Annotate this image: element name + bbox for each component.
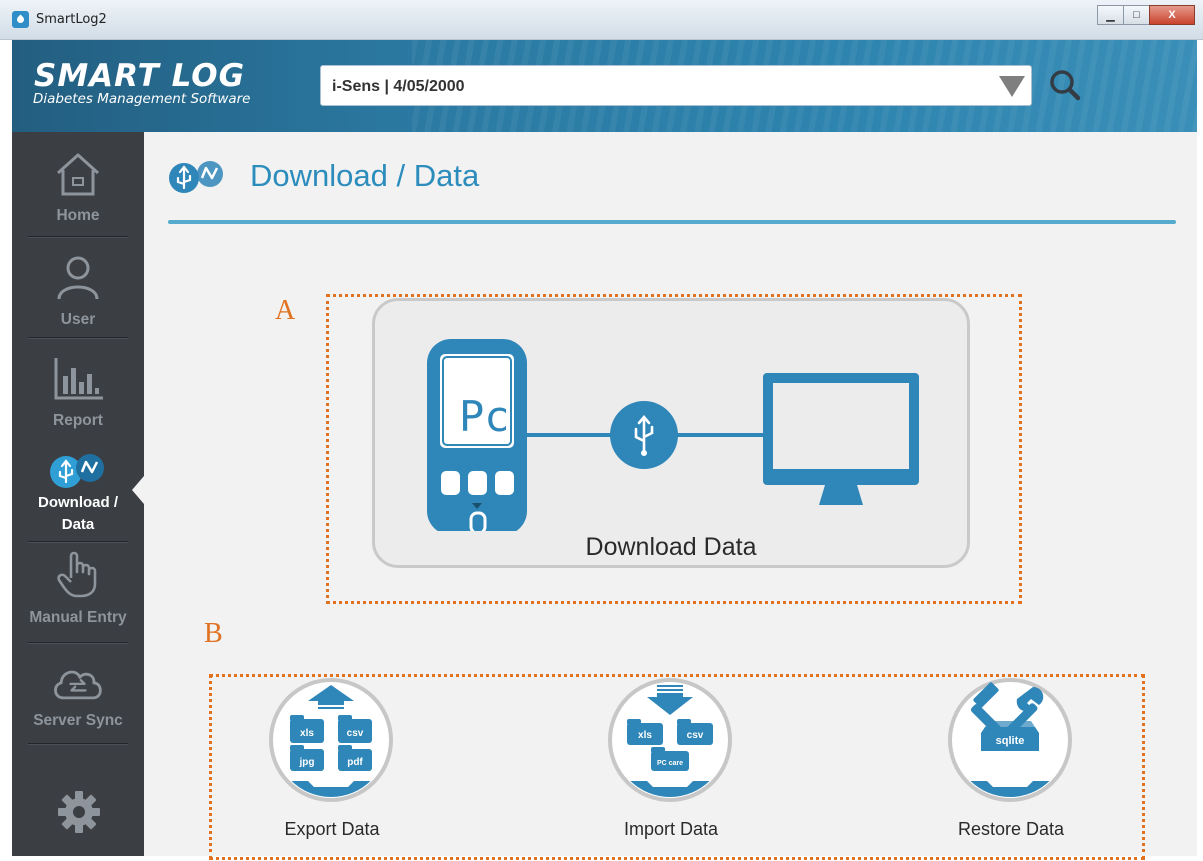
sidebar-item-label: Manual Entry	[29, 609, 127, 626]
window-titlebar: SmartLog2 ▁ □ X	[0, 0, 1203, 40]
sidebar-item-label: Home	[56, 207, 100, 224]
file-type-label: PC care	[657, 760, 683, 767]
title-divider	[168, 220, 1176, 224]
export-data-button[interactable]: xls csv jpg pdf Export Data	[232, 677, 432, 857]
section-a-label: A	[275, 295, 296, 326]
close-button[interactable]: X	[1149, 5, 1195, 25]
user-icon	[57, 256, 99, 300]
file-type-label: csv	[347, 728, 364, 739]
file-type-label: pdf	[347, 757, 363, 768]
hand-pointer-icon	[57, 551, 97, 598]
sidebar-divider	[28, 743, 128, 744]
patient-selector[interactable]: i-Sens | 4/05/2000	[320, 65, 1032, 106]
sidebar-item-home[interactable]: Home	[12, 132, 144, 233]
minimize-button[interactable]: ▁	[1097, 5, 1124, 25]
usb-download-icon	[50, 454, 104, 488]
sidebar-item-download-data[interactable]: Download / Data	[12, 438, 144, 542]
file-type-label: xls	[300, 728, 314, 739]
logo-subtitle: Diabetes Management Software	[33, 91, 251, 107]
usb-download-icon	[169, 161, 223, 193]
home-icon	[56, 153, 100, 196]
active-item-pointer	[132, 476, 144, 504]
main-content: Download / Data A Pc Download Data B xls…	[144, 132, 1197, 860]
file-type-label: jpg	[299, 757, 315, 768]
restore-data-label: Restore Data	[957, 819, 1065, 839]
window-controls: ▁ □ X	[1097, 5, 1195, 25]
import-data-icon: xls csv PC care	[608, 678, 732, 802]
restore-data-icon: sqlite	[948, 678, 1072, 802]
file-type-label: xls	[638, 730, 652, 741]
download-data-button[interactable]: Pc Download Data	[372, 298, 970, 568]
download-data-label: Download Data	[585, 533, 757, 561]
app-header: SMART LOG Diabetes Management Software i…	[12, 40, 1197, 132]
logo-title: SMART LOG	[34, 58, 246, 94]
sidebar-item-label: Server Sync	[33, 712, 123, 729]
meter-display-text: Pc	[459, 392, 510, 441]
sidebar-nav: Home User Report Download / Data Manual …	[12, 132, 144, 856]
file-type-label: csv	[687, 730, 704, 741]
cloud-sync-icon	[54, 670, 102, 700]
section-b-label: B	[204, 618, 223, 649]
app-icon	[12, 11, 29, 28]
window-title: SmartLog2	[36, 12, 107, 27]
maximize-button[interactable]: □	[1123, 5, 1150, 25]
download-device-illustration: Pc	[427, 339, 919, 531]
sidebar-item-report[interactable]: Report	[12, 337, 144, 438]
restore-data-button[interactable]: sqlite Restore Data	[911, 677, 1111, 857]
gear-icon[interactable]	[56, 789, 102, 835]
sidebar-item-server-sync[interactable]: Server Sync	[12, 642, 144, 743]
import-data-label: Import Data	[623, 819, 719, 839]
export-data-icon: xls csv jpg pdf	[269, 678, 393, 802]
import-data-button[interactable]: xls csv PC care Import Data	[571, 677, 771, 857]
sidebar-item-user[interactable]: User	[12, 236, 144, 337]
sidebar-item-label: Download / Data	[38, 494, 118, 533]
sidebar-item-label: User	[60, 311, 96, 328]
sidebar-item-manual-entry[interactable]: Manual Entry	[12, 541, 144, 642]
export-data-label: Export Data	[284, 819, 380, 839]
search-icon[interactable]	[1049, 69, 1081, 101]
file-type-label: sqlite	[996, 735, 1025, 747]
page-title: Download / Data	[250, 158, 480, 193]
patient-selector-value: i-Sens | 4/05/2000	[332, 78, 465, 95]
dropdown-arrow-icon[interactable]	[999, 76, 1025, 97]
sidebar-item-label: Report	[53, 412, 103, 429]
bar-chart-icon	[54, 358, 103, 400]
